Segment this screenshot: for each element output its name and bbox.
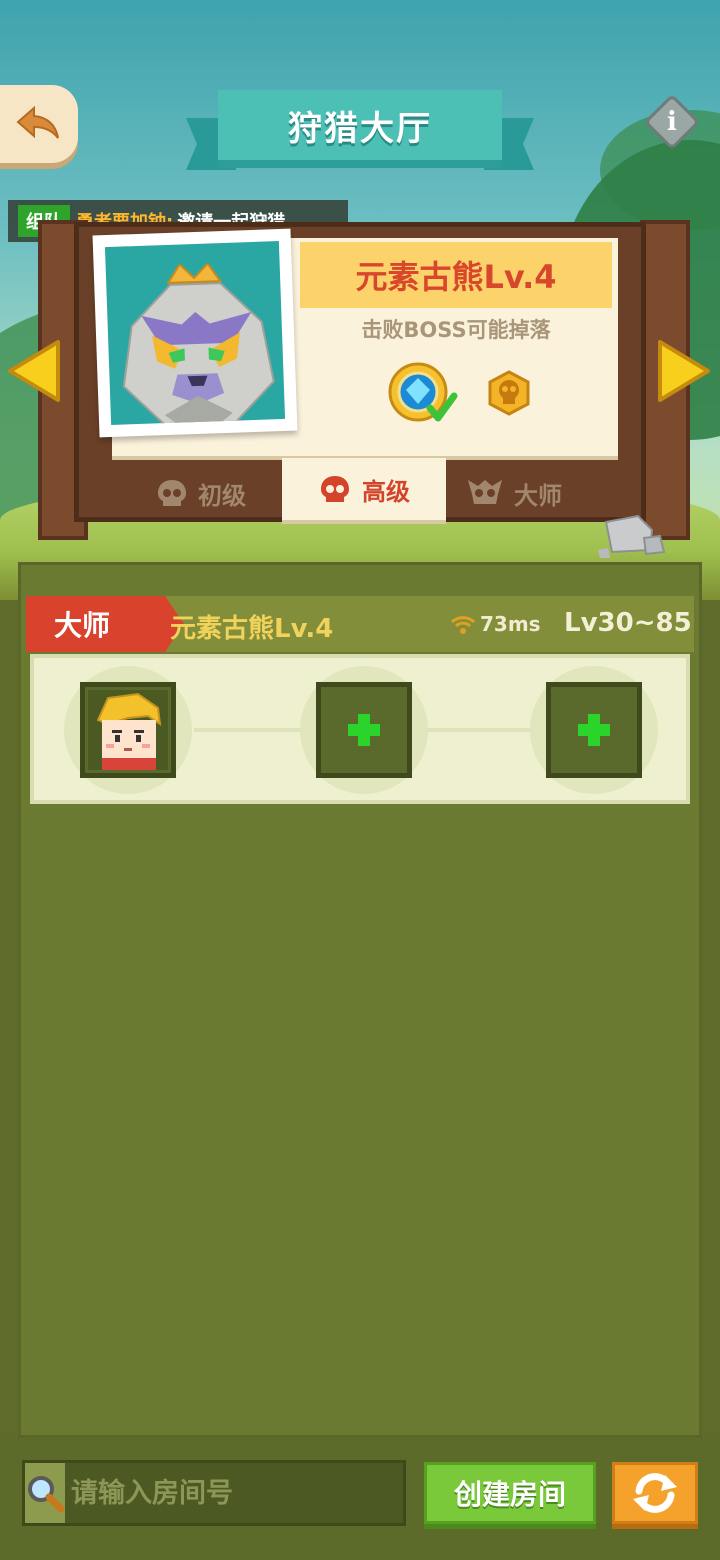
room-search-box [22,1460,447,1526]
title-banner: 狩猎大厅 [186,90,534,180]
player-slot-1[interactable] [80,682,176,778]
demon-skull-icon [468,480,502,504]
boss-name: 元素古熊Lv.4 [355,258,557,296]
tab-hard[interactable]: 高级 [282,458,446,520]
boss-name-bar: 元素古熊Lv.4 [300,242,612,308]
refresh-icon [633,1473,677,1513]
back-button[interactable] [0,85,78,163]
wifi-icon [450,616,476,634]
gem-medal-icon [388,362,458,422]
tab-master[interactable]: 大师 [466,466,562,520]
room-boss-name: 元素古熊Lv.4 [170,614,334,644]
back-arrow-icon [16,105,59,139]
search-button[interactable] [25,1463,65,1523]
skull-icon [321,476,349,502]
player-avatar [88,690,168,770]
info-button[interactable]: i [643,93,701,151]
create-room-button[interactable]: 创建房间 [424,1462,596,1524]
bear-boss-icon [122,261,275,425]
empty-slot-2[interactable] [316,682,412,778]
drop-label: 击败BOSS可能掉落 [361,318,551,342]
next-boss-arrow[interactable] [656,336,714,406]
plus-icon [578,714,610,746]
room-slots [30,654,690,804]
room-card[interactable]: 大师 元素古熊Lv.4 73ms Lv30~85 [26,596,694,808]
difficulty-badge: 大师 [26,596,184,652]
boss-portrait [92,228,298,438]
search-icon [28,1476,65,1513]
prev-boss-arrow[interactable] [4,336,62,406]
page-title: 狩猎大厅 [288,108,432,149]
plus-icon [348,714,380,746]
rock-decoration [598,514,666,558]
tab-normal[interactable]: 初级 [156,466,246,520]
room-ping: 73ms [450,612,541,636]
room-number-input[interactable] [65,1463,447,1523]
skull-icon [158,480,186,506]
refresh-button[interactable] [612,1462,698,1524]
room-header: 大师 元素古熊Lv.4 73ms Lv30~85 [26,596,694,652]
room-level-range: Lv30~85 [564,608,692,638]
empty-slot-3[interactable] [546,682,642,778]
skull-coin-icon [488,370,530,416]
